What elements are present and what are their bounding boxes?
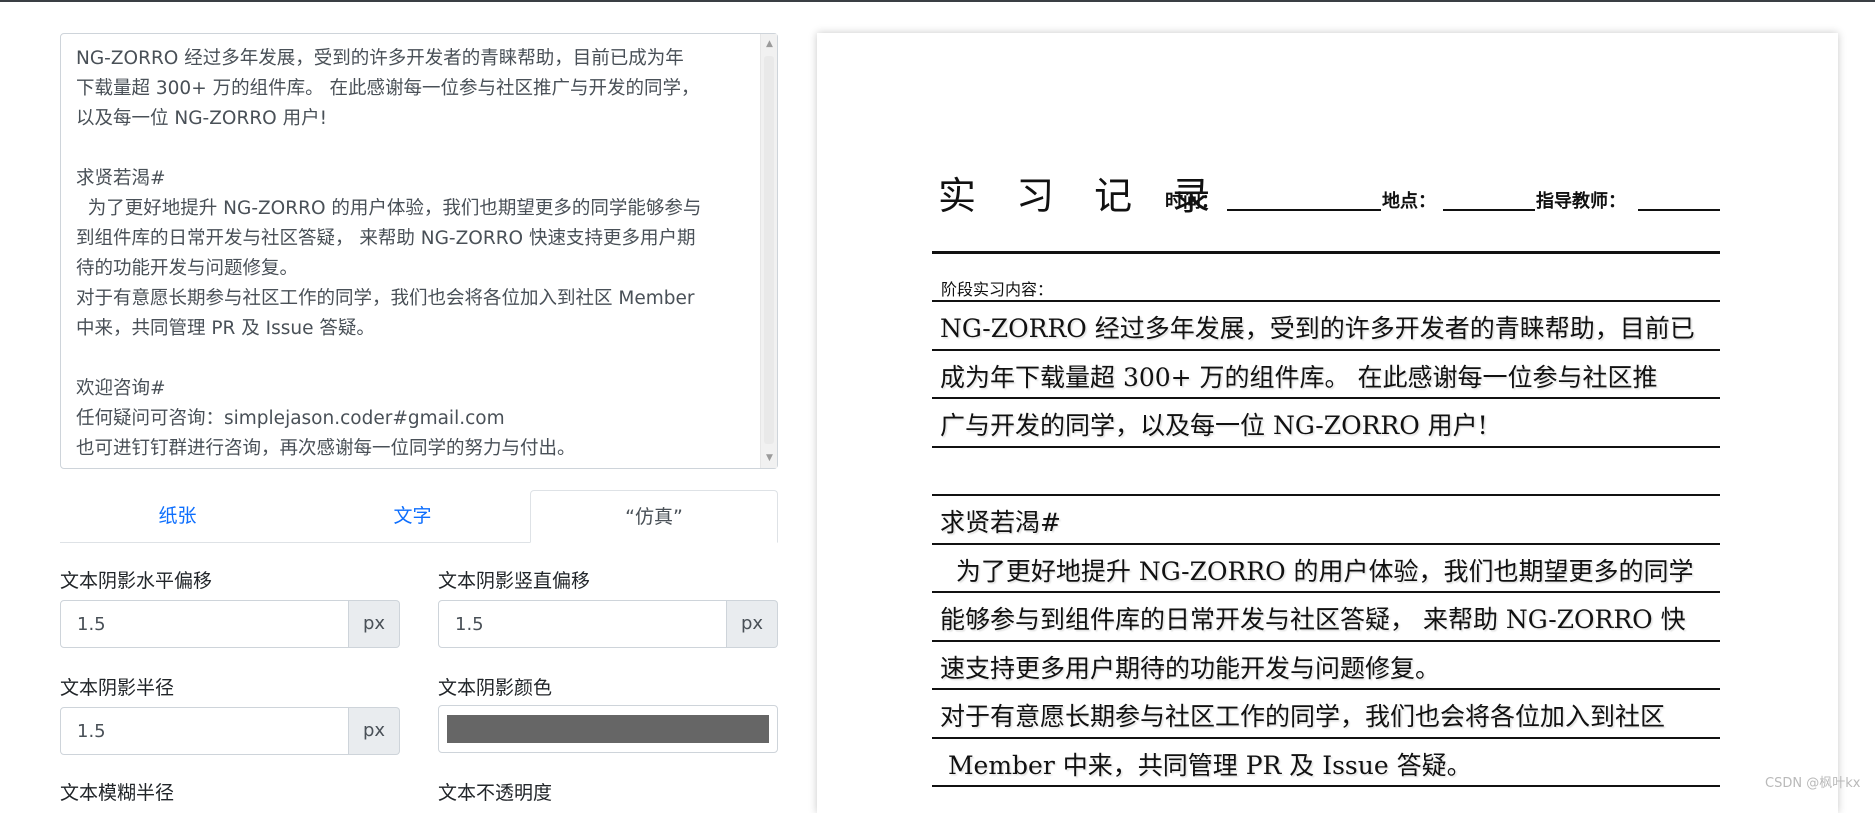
tab-simulation[interactable]: “仿真” [530, 490, 778, 543]
paper-line: 广与开发的同学，以及每一位 NG-ZORRO 用户! [940, 411, 1488, 440]
paper-rule [932, 494, 1720, 496]
paper-rule [932, 542, 1720, 545]
shadow-color-swatch[interactable] [447, 715, 769, 743]
paper-rule [932, 300, 1720, 302]
scroll-down-arrow-icon[interactable]: ▼ [761, 450, 778, 466]
shadow-x-unit: px [349, 600, 400, 648]
paper-rule [932, 591, 1720, 593]
watermark: CSDN @枫叶kx [1765, 776, 1861, 791]
tab-paper[interactable]: 纸张 [60, 490, 295, 542]
shadow-x-input[interactable] [60, 600, 349, 648]
shadow-color-picker[interactable] [438, 705, 778, 753]
paper-line: 对于有意愿长期参与社区工作的同学，我们也会将各位加入到社区 [940, 702, 1666, 731]
paper-line: 速支持更多用户期待的功能开发与问题修复。 [940, 653, 1441, 683]
scroll-up-arrow-icon[interactable]: ▲ [761, 36, 778, 52]
paper-line: 成为年下载量超 300+ 万的组件库。 在此感谢每一位参与社区推 [940, 362, 1658, 392]
shadow-y-input[interactable] [438, 600, 727, 648]
tab-text[interactable]: 文字 [295, 490, 530, 542]
shadow-color-label: 文本阴影颜色 [438, 677, 553, 699]
paper-rule [932, 397, 1720, 399]
place-label: 地点： [1382, 191, 1436, 212]
shadow-radius-input[interactable] [60, 707, 349, 755]
time-blank [1227, 209, 1381, 211]
paper-line: 为了更好地提升 NG-ZORRO 的用户体验，我们也期望更多的同学 [940, 556, 1694, 586]
paper-line: NG-ZORRO 经过多年发展，受到的许多开发者的青睐帮助，目前已 [940, 314, 1695, 343]
teacher-label: 指导教师： [1536, 191, 1626, 212]
shadow-radius-label: 文本阴影半径 [60, 677, 175, 699]
paper-line: 求贤若渴# [940, 508, 1061, 537]
header-rule [932, 251, 1720, 254]
paper-rule [932, 639, 1720, 642]
shadow-y-group: px [438, 600, 778, 648]
place-blank [1443, 209, 1535, 211]
shadow-x-group: px [60, 600, 400, 648]
paper-rule [932, 785, 1720, 787]
paper-rule [932, 445, 1720, 448]
section-label: 阶段实习内容： [941, 280, 1054, 299]
settings-tabs: 纸张 文字 “仿真” [60, 490, 778, 543]
shadow-y-label: 文本阴影竖直偏移 [438, 570, 591, 592]
top-border [0, 0, 1875, 2]
textarea-scrollbar[interactable]: ▲ ▼ [760, 34, 777, 468]
scroll-thumb[interactable] [764, 56, 774, 444]
opacity-label: 文本不透明度 [438, 782, 553, 804]
shadow-y-unit: px [727, 600, 778, 648]
paper-line: Member 中来，共同管理 PR 及 Issue 答疑。 [940, 750, 1472, 780]
content-textarea[interactable]: NG-ZORRO 经过多年发展，受到的许多开发者的青睐帮助，目前已成为年 下载量… [60, 33, 778, 469]
shadow-radius-unit: px [349, 707, 400, 755]
paper-rule [932, 688, 1720, 690]
teacher-blank [1638, 209, 1720, 211]
blur-radius-label: 文本模糊半径 [60, 782, 175, 804]
paper-rule [932, 348, 1720, 351]
time-label: 时间： [1165, 191, 1219, 212]
paper-rule [932, 736, 1720, 739]
shadow-x-label: 文本阴影水平偏移 [60, 570, 213, 592]
textarea-text[interactable]: NG-ZORRO 经过多年发展，受到的许多开发者的青睐帮助，目前已成为年 下载量… [76, 44, 758, 464]
paper-line: 能够参与到组件库的日常开发与社区答疑， 来帮助 NG-ZORRO 快 [940, 605, 1686, 634]
shadow-radius-group: px [60, 707, 400, 755]
